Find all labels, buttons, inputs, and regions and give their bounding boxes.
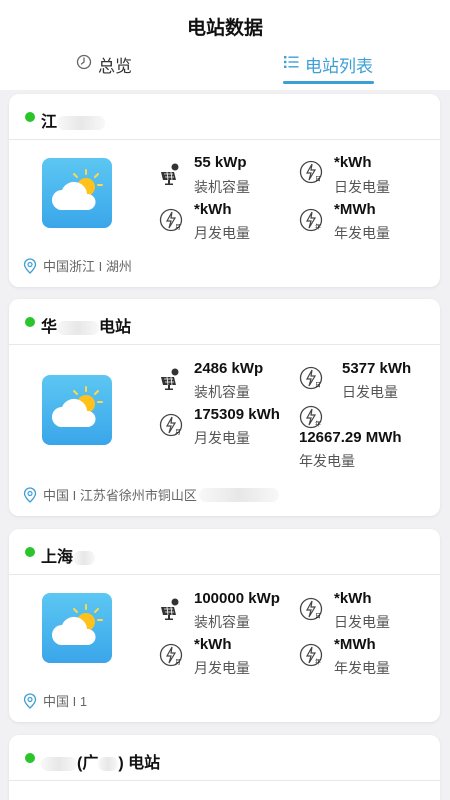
station-card-header: 华电站 xyxy=(9,299,440,345)
location-pin-icon xyxy=(23,257,37,274)
yearly-energy-icon: 年 xyxy=(299,643,323,667)
station-card[interactable]: (广) 电站 xyxy=(9,735,440,800)
monthly-energy-value: *kWh xyxy=(194,201,232,218)
location-pin-icon xyxy=(23,486,37,503)
yearly-energy-value: 12667.29 MWh xyxy=(299,429,402,446)
yearly-energy-label: 年发电量 xyxy=(334,660,390,676)
tab-station-list[interactable]: 电站列表 xyxy=(284,52,373,76)
station-card-header: (广) 电站 xyxy=(9,735,440,781)
station-card[interactable]: 上海 100000 kWp 装机容量 日 *kWh 日发电量 月 *kWh 月发… xyxy=(9,529,440,722)
page-title: 电站数据 xyxy=(186,18,263,39)
list-icon xyxy=(284,54,299,74)
station-location: 中国 I 1 xyxy=(23,691,87,710)
online-status-dot xyxy=(25,753,35,763)
daily-energy-value: *kWh xyxy=(334,154,372,171)
station-location: 中国浙江 I 湖州 xyxy=(23,256,132,275)
svg-text:日: 日 xyxy=(315,382,321,389)
header: 电站数据 总览 电站列表 xyxy=(0,0,450,90)
monthly-energy-label: 月发电量 xyxy=(194,430,250,446)
capacity-value: 100000 kWp xyxy=(194,590,280,607)
partly-sunny-icon xyxy=(42,593,112,663)
daily-energy-icon: 日 xyxy=(299,366,323,390)
online-status-dot xyxy=(25,547,35,557)
station-card-header: 上海 xyxy=(9,529,440,575)
station-location: 中国 I 江苏省徐州市铜山区 xyxy=(23,485,279,504)
monthly-energy-icon: 月 xyxy=(159,208,183,232)
station-name: (广) 电站 xyxy=(41,749,160,773)
monthly-energy-label: 月发电量 xyxy=(194,660,250,676)
monthly-energy-value: 175309 kWh xyxy=(194,406,280,423)
monthly-energy-label: 月发电量 xyxy=(194,225,250,241)
active-tab-indicator xyxy=(283,81,374,84)
app-screen: 电站数据 总览 电站列表 江 55 kWp 装机容量 日 *kWh 日发电量 月… xyxy=(0,0,450,800)
svg-text:月: 月 xyxy=(175,659,181,666)
svg-text:日: 日 xyxy=(315,176,321,183)
svg-text:年: 年 xyxy=(315,420,321,428)
svg-text:年: 年 xyxy=(315,223,321,231)
solar-panel-icon xyxy=(159,597,183,621)
tab-station-list-label: 电站列表 xyxy=(305,56,373,76)
svg-text:日: 日 xyxy=(315,613,321,620)
capacity-label: 装机容量 xyxy=(194,384,250,400)
daily-energy-icon: 日 xyxy=(299,597,323,621)
tab-overview-label: 总览 xyxy=(98,56,132,76)
station-card[interactable]: 华电站 2486 kWp 装机容量 日 5377 kWh 日发电量 月 1753… xyxy=(9,299,440,516)
monthly-energy-icon: 月 xyxy=(159,643,183,667)
daily-energy-label: 日发电量 xyxy=(334,179,390,195)
station-name: 上海 xyxy=(41,543,96,567)
yearly-energy-label: 年发电量 xyxy=(299,453,355,469)
capacity-label: 装机容量 xyxy=(194,179,250,195)
capacity-label: 装机容量 xyxy=(194,614,250,630)
station-name: 江 xyxy=(41,108,106,132)
solar-panel-icon xyxy=(159,367,183,391)
station-card[interactable]: 江 55 kWp 装机容量 日 *kWh 日发电量 月 *kWh 月发电量 年 … xyxy=(9,94,440,287)
clock-icon xyxy=(76,54,92,75)
solar-panel-icon xyxy=(159,162,183,186)
capacity-value: 55 kWp xyxy=(194,154,247,171)
daily-energy-icon: 日 xyxy=(299,160,323,184)
station-card-header: 江 xyxy=(9,94,440,140)
partly-sunny-icon xyxy=(42,375,112,445)
yearly-energy-icon: 年 xyxy=(299,208,323,232)
station-name: 华电站 xyxy=(41,319,132,336)
yearly-energy-value: *MWh xyxy=(334,201,376,218)
yearly-energy-value: *MWh xyxy=(334,636,376,653)
tab-overview[interactable]: 总览 xyxy=(76,52,132,76)
daily-energy-label: 日发电量 xyxy=(334,614,390,630)
daily-energy-value: 5377 kWh xyxy=(342,360,412,377)
monthly-energy-icon: 月 xyxy=(159,413,183,437)
svg-text:月: 月 xyxy=(175,224,181,231)
svg-text:年: 年 xyxy=(315,658,321,666)
monthly-energy-value: *kWh xyxy=(194,636,232,653)
daily-energy-value: *kWh xyxy=(334,590,372,607)
online-status-dot xyxy=(25,112,35,122)
capacity-value: 2486 kWp xyxy=(194,360,264,377)
yearly-energy-icon: 年 xyxy=(299,405,323,429)
online-status-dot xyxy=(25,317,35,327)
partly-sunny-icon xyxy=(42,158,112,228)
svg-text:月: 月 xyxy=(175,429,181,436)
location-pin-icon xyxy=(23,692,37,709)
yearly-energy-label: 年发电量 xyxy=(334,225,390,241)
daily-energy-label: 日发电量 xyxy=(342,384,398,400)
